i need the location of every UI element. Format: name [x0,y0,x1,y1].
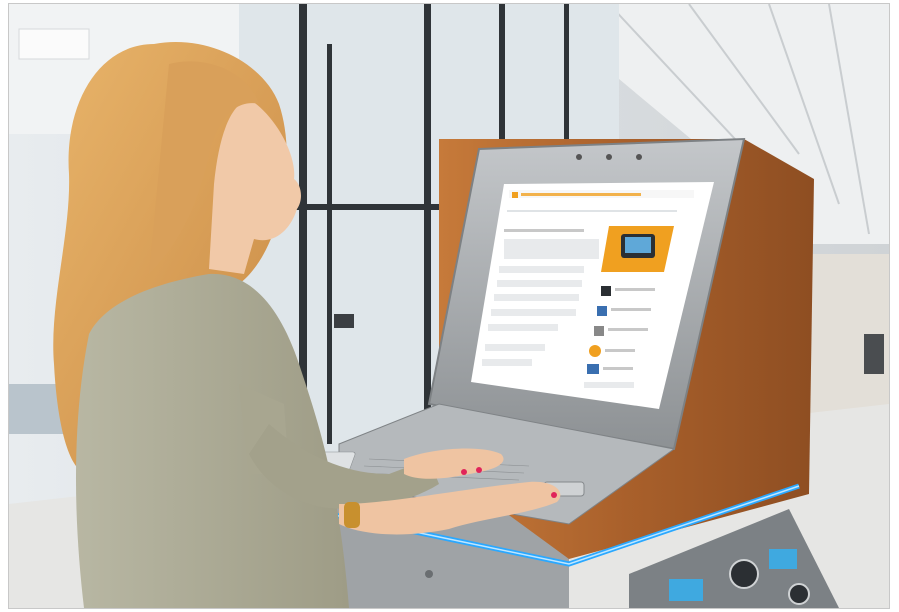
kiosk-photo [9,4,889,608]
wall-display [864,334,884,374]
lock-keyhole [425,570,433,578]
bracelet [344,502,360,528]
photo-scene [9,4,889,608]
ceiling-light [18,28,90,60]
door-handle [334,314,354,328]
